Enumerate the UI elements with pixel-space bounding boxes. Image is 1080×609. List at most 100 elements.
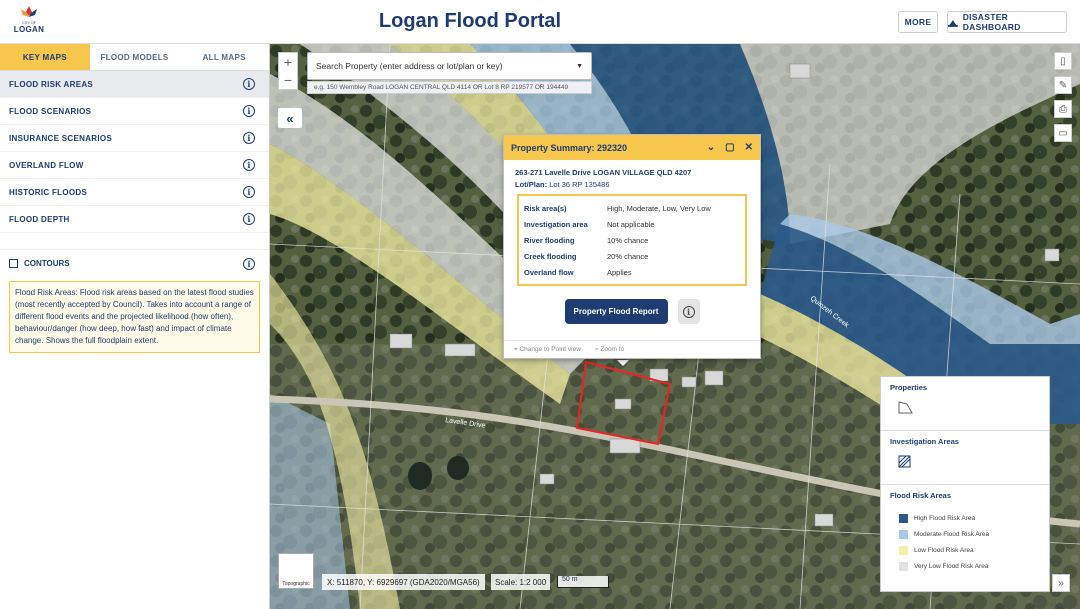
legend-item-label: High Flood Risk Area [914,514,976,522]
popup-header: Property Summary: 292320 ⌄ ▢ ✕ [504,135,760,160]
info-icon[interactable]: i [243,159,255,171]
chevron-down-icon[interactable]: ▼ [576,63,583,70]
sidebar-item-flood-depth[interactable]: FLOOD DEPTH i [0,206,269,233]
disaster-dashboard-button[interactable]: DISASTER DASHBOARD [947,11,1067,33]
table-row: Creek flooding 20% chance [524,248,740,264]
table-row: Overland flow Applies [524,264,740,280]
sidebar-item-label: INSURANCE SCENARIOS [9,133,113,143]
sidebar-item-label: FLOOD SCENARIOS [9,106,92,116]
map-view[interactable]: Quinzeh Creek Lavelle Drive + − Search P… [270,44,1080,609]
very-low-risk-swatch [899,561,908,571]
sidebar-item-flood-scenarios[interactable]: FLOOD SCENARIOS i [0,98,269,125]
zoom-controls: + − [278,52,298,90]
table-row: River flooding 10% chance [524,232,740,248]
legend-properties-title: Properties [890,383,928,392]
collapse-sidebar-button[interactable]: « [278,108,302,128]
sidebar-item-label: FLOOD RISK AREAS [9,79,94,89]
zoom-to-action[interactable]: ⌕ Zoom to [595,346,624,354]
bookmark-icon[interactable]: ▯ [1054,52,1072,70]
legend-item-label: Moderate Flood Risk Area [914,530,990,538]
info-icon[interactable]: i [243,186,255,198]
dashboard-icon [948,19,958,27]
collapse-icon[interactable]: ⌄ [707,142,715,153]
info-icon[interactable]: i [243,105,255,117]
moderate-risk-swatch [899,529,908,539]
legend-item: Low Flood Risk Area [890,542,1040,558]
table-row: Investigation area Not applicable [524,216,740,232]
tab-all-maps[interactable]: ALL MAPS [179,44,269,70]
lot-plan-key: Lot/Plan: [515,180,548,189]
sidebar-item-label: OVERLAND FLOW [9,160,84,170]
row-key: Investigation area [524,219,588,229]
layer-description: Flood Risk Areas: Flood risk areas based… [9,281,260,353]
popup-title: Property Summary: 292320 [511,142,628,153]
legend-item: Moderate Flood Risk Area [890,526,1040,542]
scale-bar: 50 m [557,576,609,588]
app-header: CITY OF LOGAN Logan Flood Portal MORE DI… [0,0,1080,44]
disaster-dashboard-label: DISASTER DASHBOARD [962,12,1021,32]
contours-toggle[interactable]: CONTOURS i [0,249,269,277]
attribution[interactable]: Powered by Esri [1031,601,1078,608]
expand-legend-button[interactable]: » [1052,574,1070,592]
row-key: Creek flooding [524,251,577,261]
legend-item-label: Very Low Flood Risk Area [914,562,989,570]
info-icon[interactable]: i [243,213,255,225]
coordinate-readout: X: 511870, Y: 6929697 (GDA2020/MGA56) [322,574,485,590]
search-placeholder: Search Property (enter address or lot/pl… [316,61,503,71]
info-icon[interactable]: i [243,78,255,90]
property-search-input[interactable]: Search Property (enter address or lot/pl… [307,52,592,80]
row-key: Risk area(s) [524,203,567,213]
row-key: River flooding [524,235,575,245]
sidebar-item-label: HISTORIC FLOODS [9,187,88,197]
high-risk-swatch [899,513,908,523]
info-icon[interactable]: i [243,257,255,270]
popup-info-button[interactable]: i [677,299,700,324]
lot-plan-value: Lot 36 RP 135486 [549,180,610,189]
legend-item-label: Low Flood Risk Area [914,546,974,554]
more-button[interactable]: MORE [898,11,938,33]
property-address: 263-271 Lavelle Drive LOGAN VILLAGE QLD … [515,168,692,177]
property-outline-icon [898,401,913,414]
print-icon[interactable]: ⎙ [1054,100,1072,118]
row-value: Not applicable [607,219,655,229]
row-value: High, Moderate, Low, Very Low [607,203,711,213]
info-icon: i [682,305,695,318]
sidebar-item-flood-risk-areas[interactable]: FLOOD RISK AREAS i [0,71,269,98]
row-key: Overland flow [524,267,574,277]
sidebar-item-historic-floods[interactable]: HISTORIC FLOODS i [0,179,269,206]
change-point-label: Change to Point view [519,345,581,353]
close-icon[interactable]: ✕ [745,142,753,153]
popup-footer: ⌖ Change to Point view ⌕ Zoom to [504,340,760,358]
map-legend: Properties Investigation Areas Flood Ris… [880,376,1050,592]
row-value: 20% chance [607,251,649,261]
sidebar-item-overland-flow[interactable]: OVERLAND FLOW i [0,152,269,179]
sidebar-item-label: FLOOD DEPTH [9,214,70,224]
zoom-to-label: Zoom to [600,345,625,353]
basemap-label: Topographic [282,581,310,587]
sidebar-item-insurance-scenarios[interactable]: INSURANCE SCENARIOS i [0,125,269,152]
page-title: Logan Flood Portal [378,10,562,32]
sidebar: KEY MAPS FLOOD MODELS ALL MAPS FLOOD RIS… [0,44,270,609]
row-value: 10% chance [607,235,649,245]
legend-investigation-title: Investigation Areas [890,437,959,446]
legend-risk-title: Flood Risk Areas [890,491,951,500]
change-point-view-action[interactable]: ⌖ Change to Point view [514,346,581,354]
zoom-in-button[interactable]: + [284,54,292,70]
measure-icon[interactable]: ▭ [1054,124,1072,142]
tab-key-maps[interactable]: KEY MAPS [0,44,90,70]
table-row: Risk area(s) High, Moderate, Low, Very Lo… [524,200,740,216]
zoom-out-button[interactable]: − [284,72,292,88]
legend-item: High Flood Risk Area [890,510,1040,526]
property-summary-popup: Property Summary: 292320 ⌄ ▢ ✕ 263-271 L… [503,134,761,359]
edit-icon[interactable]: ✎ [1054,76,1072,94]
risk-summary-table: Risk area(s) High, Moderate, Low, Very Lo… [517,194,747,286]
info-icon[interactable]: i [243,132,255,144]
scale-readout: Scale: 1:2 000 [491,574,551,590]
dock-icon[interactable]: ▢ [725,142,734,153]
tab-flood-models[interactable]: FLOOD MODELS [90,44,180,70]
property-flood-report-button[interactable]: Property Flood Report [564,299,668,324]
lot-plan: Lot/Plan: Lot 36 RP 135486 [504,177,760,189]
contours-checkbox[interactable] [9,259,18,269]
basemap-toggle[interactable]: Topographic [278,553,314,589]
search-hint: e.g. 150 Wembley Road LOGAN CENTRAL QLD … [307,81,592,94]
